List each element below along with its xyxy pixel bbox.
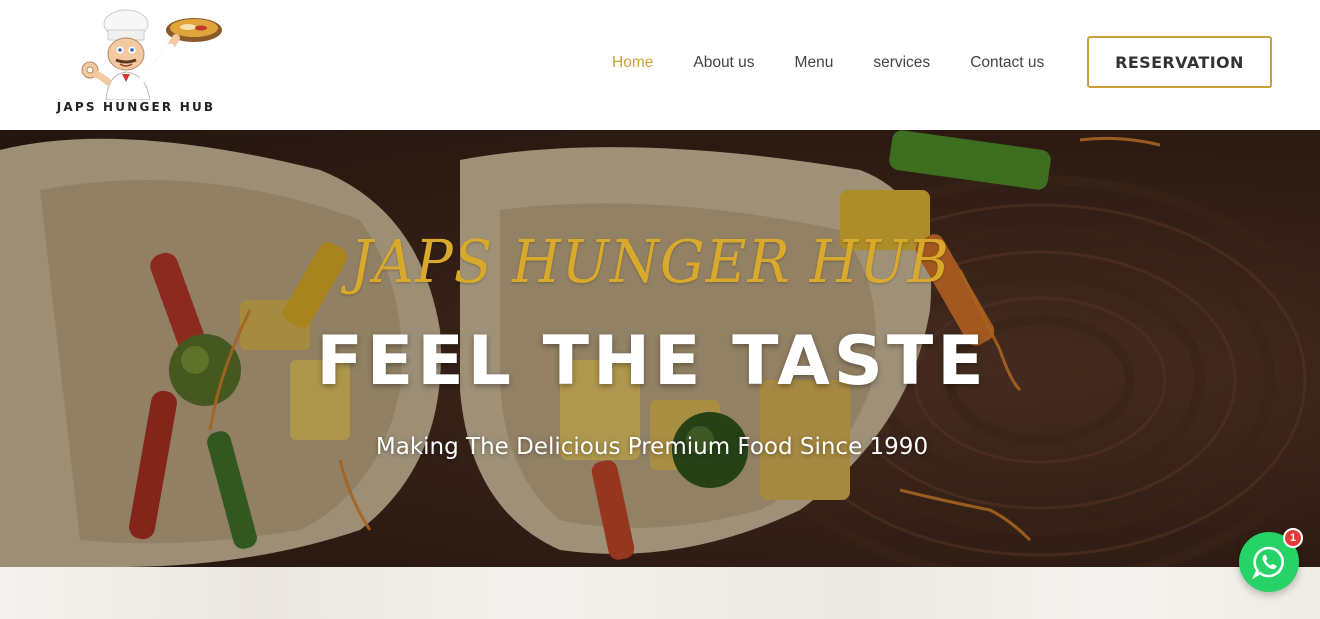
logo[interactable]: JAPS HUNGER HUB — [50, 8, 222, 120]
reservation-button[interactable]: RESERVATION — [1087, 36, 1272, 88]
nav-item-about-us[interactable]: About us — [693, 54, 754, 72]
next-section-band — [0, 567, 1320, 619]
notification-badge: 1 — [1283, 528, 1303, 548]
nav-item-menu[interactable]: Menu — [795, 54, 834, 72]
site-header: JAPS HUNGER HUB Home About us Menu servi… — [0, 0, 1320, 130]
nav-item-contact-us[interactable]: Contact us — [970, 54, 1044, 72]
main-nav: Home About us Menu services Contact us — [612, 52, 1084, 74]
nav-item-services[interactable]: services — [873, 54, 930, 72]
nav-item-home[interactable]: Home — [612, 54, 653, 72]
brand-name: JAPS HUNGER HUB — [56, 100, 216, 114]
hero-title: FEEL THE TASTE — [316, 322, 988, 401]
hero-banner: JAPS HUNGER HUB FEEL THE TASTE Making Th… — [0, 130, 1320, 567]
chef-icon — [81, 9, 222, 100]
hero-script-title: JAPS HUNGER HUB — [350, 228, 950, 297]
hero-subtitle: Making The Delicious Premium Food Since … — [375, 434, 929, 460]
whatsapp-icon — [1252, 546, 1284, 579]
